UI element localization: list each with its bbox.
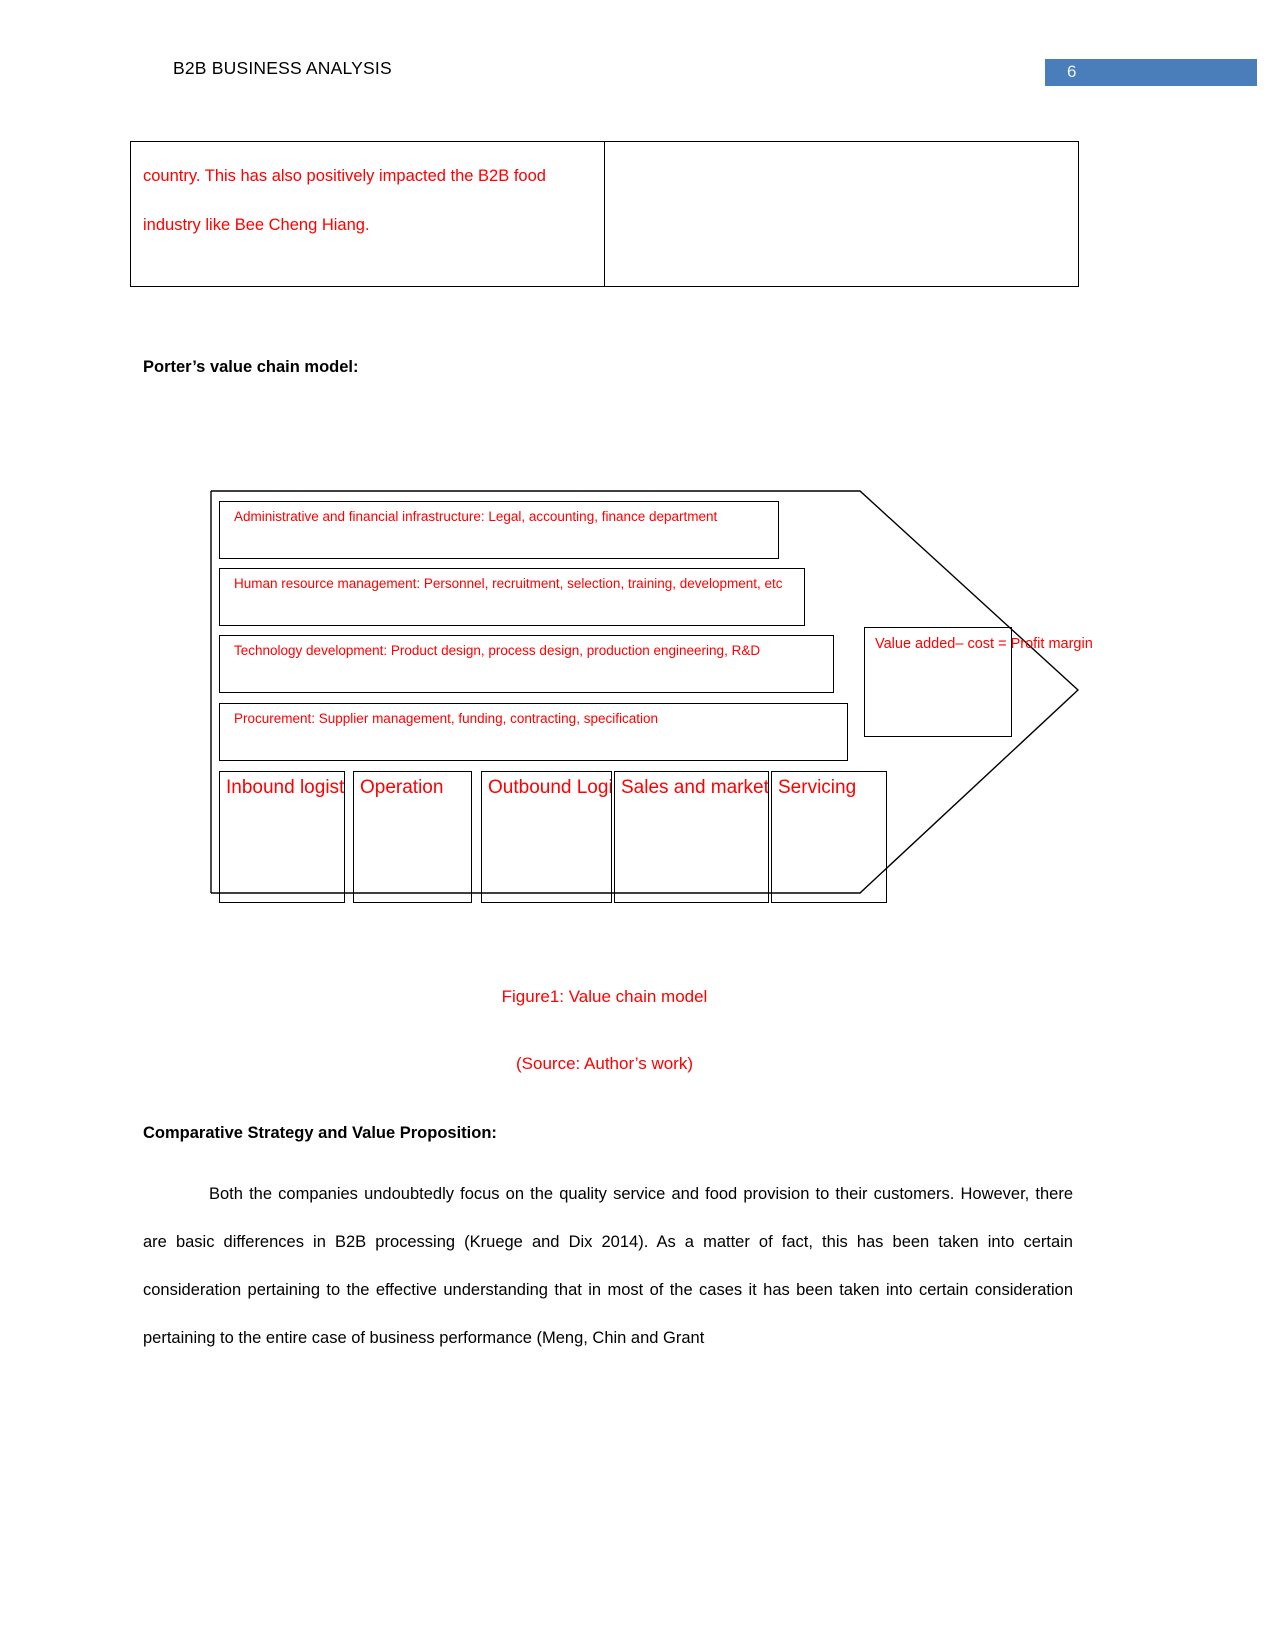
- figure-caption: Figure1: Value chain model: [501, 987, 708, 1006]
- heading-comparative-strategy: Comparative Strategy and Value Propositi…: [143, 1124, 497, 1142]
- primary-activity-box-4: Sales and marketing: [614, 771, 769, 903]
- body-paragraph: Both the companies undoubtedly focus on …: [143, 1185, 1073, 1347]
- primary-activity-box-2: Operation: [353, 771, 472, 903]
- primary-activity-box-5: Servicing: [771, 771, 887, 903]
- primary-activity-label-4: Sales and marketing: [621, 777, 769, 798]
- primary-activity-box-3: Outbound Logistics: [481, 771, 612, 903]
- table-cell-left-line-2: industry like Bee Cheng Hiang.: [143, 216, 370, 234]
- figure-source-caption: (Source: Author’s work): [516, 1054, 693, 1073]
- value-chain-diagram: Administrative and financial infrastruct…: [205, 485, 1095, 910]
- primary-activity-label-1: Inbound logistics: [226, 777, 345, 798]
- primary-activity-label-2: Operation: [360, 777, 444, 798]
- support-activity-label-4: Procurement: Supplier management, fundin…: [234, 711, 658, 726]
- table-cell-right: [605, 142, 1078, 286]
- support-activity-bar-2: Human resource management: Personnel, re…: [219, 568, 805, 626]
- top-table: country. This has also positively impact…: [130, 141, 1079, 287]
- page-number-text: 6: [1067, 62, 1077, 81]
- table-cell-left: country. This has also positively impact…: [131, 142, 605, 286]
- page-title: B2B BUSINESS ANALYSIS: [173, 58, 392, 78]
- support-activity-label-3: Technology development: Product design, …: [234, 643, 761, 658]
- primary-activity-label-5: Servicing: [778, 777, 857, 798]
- profit-margin-label: Value added– cost = Profit margin: [875, 636, 1093, 652]
- support-activity-label-1: Administrative and financial infrastruct…: [234, 509, 718, 524]
- profit-margin-box: Value added– cost = Profit margin: [864, 627, 1093, 737]
- support-activity-bar-3: Technology development: Product design, …: [219, 635, 834, 693]
- support-activity-bar-1: Administrative and financial infrastruct…: [219, 501, 779, 559]
- heading-porter-value-chain: Porter’s value chain model:: [143, 358, 359, 376]
- support-activity-bar-4: Procurement: Supplier management, fundin…: [219, 703, 848, 761]
- primary-activity-box-1: Inbound logistics: [219, 771, 345, 903]
- primary-activity-label-3: Outbound Logistics: [488, 777, 612, 798]
- page-number-badge: 6: [1045, 59, 1257, 86]
- table-cell-left-line-1: country. This has also positively impact…: [143, 167, 546, 185]
- support-activity-label-2: Human resource management: Personnel, re…: [234, 576, 783, 591]
